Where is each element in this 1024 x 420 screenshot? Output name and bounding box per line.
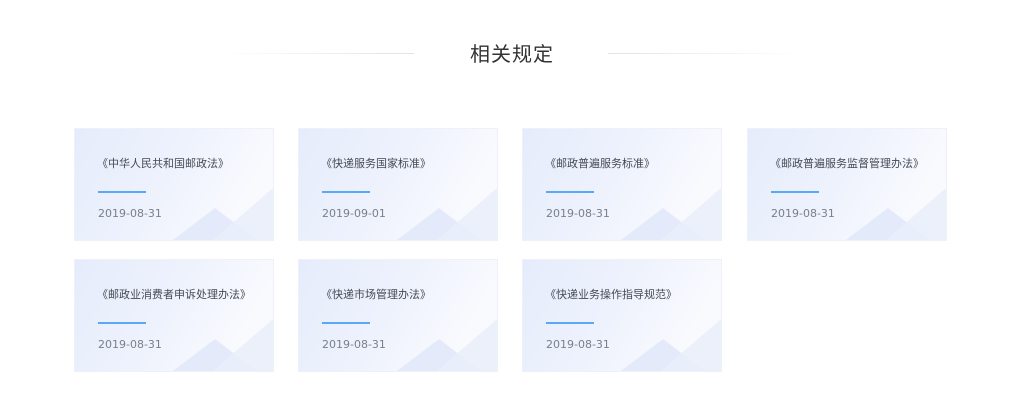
accent-bar	[322, 322, 370, 324]
accent-bar	[322, 191, 370, 193]
regulation-date: 2019-09-01	[322, 207, 386, 220]
regulation-title: 《邮政普遍服务标准》	[545, 157, 655, 170]
regulation-card[interactable]: 《中华人民共和国邮政法》 2019-08-31	[74, 128, 274, 241]
regulation-date: 2019-08-31	[546, 207, 610, 220]
regulation-title: 《中华人民共和国邮政法》	[97, 157, 229, 170]
mountain-decoration-icon	[397, 188, 497, 240]
regulation-title: 《快递服务国家标准》	[321, 157, 431, 170]
regulation-date: 2019-08-31	[771, 207, 835, 220]
regulation-card[interactable]: 《邮政普遍服务监督管理办法》 2019-08-31	[747, 128, 947, 241]
regulation-date: 2019-08-31	[98, 207, 162, 220]
title-divider-right	[608, 53, 804, 54]
regulation-card[interactable]: 《快递市场管理办法》 2019-08-31	[298, 259, 498, 372]
accent-bar	[546, 191, 594, 193]
regulation-title: 《邮政业消费者申诉处理办法》	[97, 288, 251, 301]
regulation-card[interactable]: 《快递业务操作指导规范》 2019-08-31	[522, 259, 722, 372]
regulation-title: 《快递业务操作指导规范》	[545, 288, 677, 301]
mountain-decoration-icon	[397, 319, 497, 371]
section-header: 相关规定	[0, 36, 1024, 70]
mountain-decoration-icon	[173, 319, 273, 371]
regulation-date: 2019-08-31	[546, 338, 610, 351]
mountain-decoration-icon	[621, 188, 721, 240]
regulation-title: 《快递市场管理办法》	[321, 288, 431, 301]
accent-bar	[546, 322, 594, 324]
accent-bar	[98, 322, 146, 324]
section-title: 相关规定	[470, 42, 554, 66]
regulation-title: 《邮政普遍服务监督管理办法》	[770, 157, 924, 170]
regulation-card[interactable]: 《快递服务国家标准》 2019-09-01	[298, 128, 498, 241]
regulation-date: 2019-08-31	[98, 338, 162, 351]
mountain-decoration-icon	[173, 188, 273, 240]
accent-bar	[771, 191, 819, 193]
mountain-decoration-icon	[846, 188, 946, 240]
regulation-card[interactable]: 《邮政业消费者申诉处理办法》 2019-08-31	[74, 259, 274, 372]
mountain-decoration-icon	[621, 319, 721, 371]
related-regulations-section: 相关规定 《中华人民共和国邮政法》 2019-08-31 《快递服务国家标准》 …	[0, 0, 1024, 420]
regulation-date: 2019-08-31	[322, 338, 386, 351]
accent-bar	[98, 191, 146, 193]
regulation-card[interactable]: 《邮政普遍服务标准》 2019-08-31	[522, 128, 722, 241]
